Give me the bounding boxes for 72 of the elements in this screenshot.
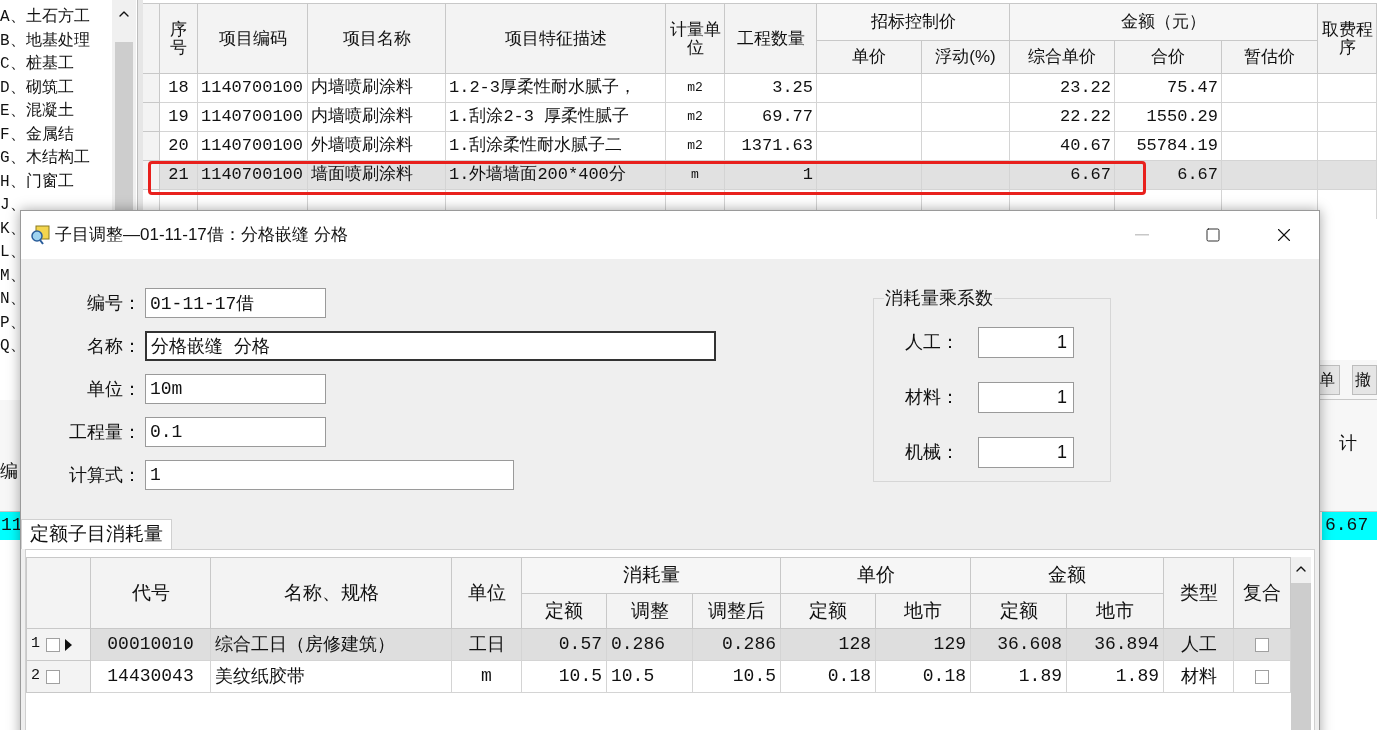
row-number: 2 xyxy=(31,666,41,687)
field-label: 名称： xyxy=(86,334,142,358)
table-cell-text: 40.67 xyxy=(1060,135,1111,158)
field-label: 计算式： xyxy=(68,463,142,487)
table-cell-text: 1550.29 xyxy=(1146,106,1218,129)
table-cell-text: 20 xyxy=(168,135,189,158)
table-cell-text: 69.77 xyxy=(762,106,813,129)
field-label: 机械： xyxy=(904,441,960,464)
table-cell-text: 36.608 xyxy=(997,633,1062,656)
table-cell: 11 xyxy=(0,512,20,540)
table-cell-text: 外墙喷刷涂料 xyxy=(311,135,413,158)
table-cell-text: m2 xyxy=(687,79,703,98)
field-label: 工程量： xyxy=(68,420,142,444)
table-cell-text: 1 xyxy=(802,164,813,187)
table-cell-text: m xyxy=(481,665,492,688)
table-cell-text: 0.286 xyxy=(611,633,665,656)
table-cell-text: 75.47 xyxy=(1167,77,1218,100)
column-group-header: 金额 xyxy=(971,558,1164,594)
field-label: 人工： xyxy=(904,331,960,354)
window-title: 子目调整—01-11-17借：分格嵌缝 分格 xyxy=(55,224,348,247)
table-cell-text: 0.286 xyxy=(722,633,776,656)
table-cell-text: 内墙喷刷涂料 xyxy=(311,106,413,129)
table-cell-text: 1140700100 xyxy=(201,106,304,129)
column-group-header: 金额（元） xyxy=(1010,4,1318,41)
table-cell-text: 18 xyxy=(168,77,189,100)
table-cell-text: 1.2-3厚柔性耐水腻子， xyxy=(449,77,636,100)
table-cell-text: 墙面喷刷涂料 xyxy=(311,164,413,187)
table-cell-text: 14430043 xyxy=(107,665,194,688)
table-cell-text: 21 xyxy=(168,164,189,187)
table-cell-text: 0.18 xyxy=(922,665,966,688)
table-cell-text: 综合工日（房修建筑） xyxy=(215,633,395,656)
table-cell-text: 10.5 xyxy=(558,665,602,688)
column-group-header: 单价 xyxy=(781,558,971,594)
table-cell-text: 工日 xyxy=(468,633,505,656)
table-cell-text: 22.22 xyxy=(1060,106,1111,129)
table-cell-text: 1140700100 xyxy=(201,164,304,187)
table-cell-text: 10.5 xyxy=(732,665,776,688)
row-number: 1 xyxy=(31,634,41,655)
table-cell-text: 0.18 xyxy=(827,665,871,688)
table-cell: 6.67 xyxy=(1322,512,1377,540)
table-cell-text: 0.57 xyxy=(558,633,602,656)
table-cell-text: 材料 xyxy=(1180,665,1217,688)
table-cell-text: 1371.63 xyxy=(741,135,813,158)
table-cell-text: 36.894 xyxy=(1094,633,1159,656)
column-group-header: 招标控制价 xyxy=(817,4,1010,41)
table-cell-text: 6.67 xyxy=(1177,164,1218,187)
table-cell-text: 00010010 xyxy=(107,633,194,656)
table-cell-text: 10.5 xyxy=(611,665,655,688)
table-cell-text: 1.89 xyxy=(1115,665,1159,688)
column-group-header: 消耗量 xyxy=(522,558,781,594)
table-cell-text: 1.89 xyxy=(1018,665,1062,688)
table-cell-text: 6.67 xyxy=(1070,164,1111,187)
table-cell-text: m2 xyxy=(687,137,703,156)
field-label: 编号： xyxy=(86,291,142,315)
table-cell-text: 美纹纸胶带 xyxy=(215,665,305,688)
table-cell-text: 128 xyxy=(838,633,871,656)
table-cell-text: 19 xyxy=(168,106,189,129)
table-cell-text: 1140700100 xyxy=(201,77,304,100)
table-cell-text: 3.25 xyxy=(772,77,813,100)
table-cell-text: 129 xyxy=(933,633,966,656)
table-cell-text: 1.刮涂2-3 厚柔性腻子 xyxy=(449,106,630,129)
table-cell-text: 内墙喷刷涂料 xyxy=(311,77,413,100)
table-cell-text: 1.刮涂柔性耐水腻子二 xyxy=(449,135,623,158)
table-cell-text: m xyxy=(691,166,699,185)
table-cell-text: 1.外墙墙面200*400分 xyxy=(449,164,626,187)
table-cell-text: 1140700100 xyxy=(201,135,304,158)
table-cell-text: 人工 xyxy=(1180,633,1217,656)
field-label: 单位： xyxy=(86,377,142,401)
table-cell-text: 23.22 xyxy=(1060,77,1111,100)
table-cell-text: m2 xyxy=(687,108,703,127)
field-label: 材料： xyxy=(904,386,960,409)
table-cell-text: 55784.19 xyxy=(1136,135,1218,158)
